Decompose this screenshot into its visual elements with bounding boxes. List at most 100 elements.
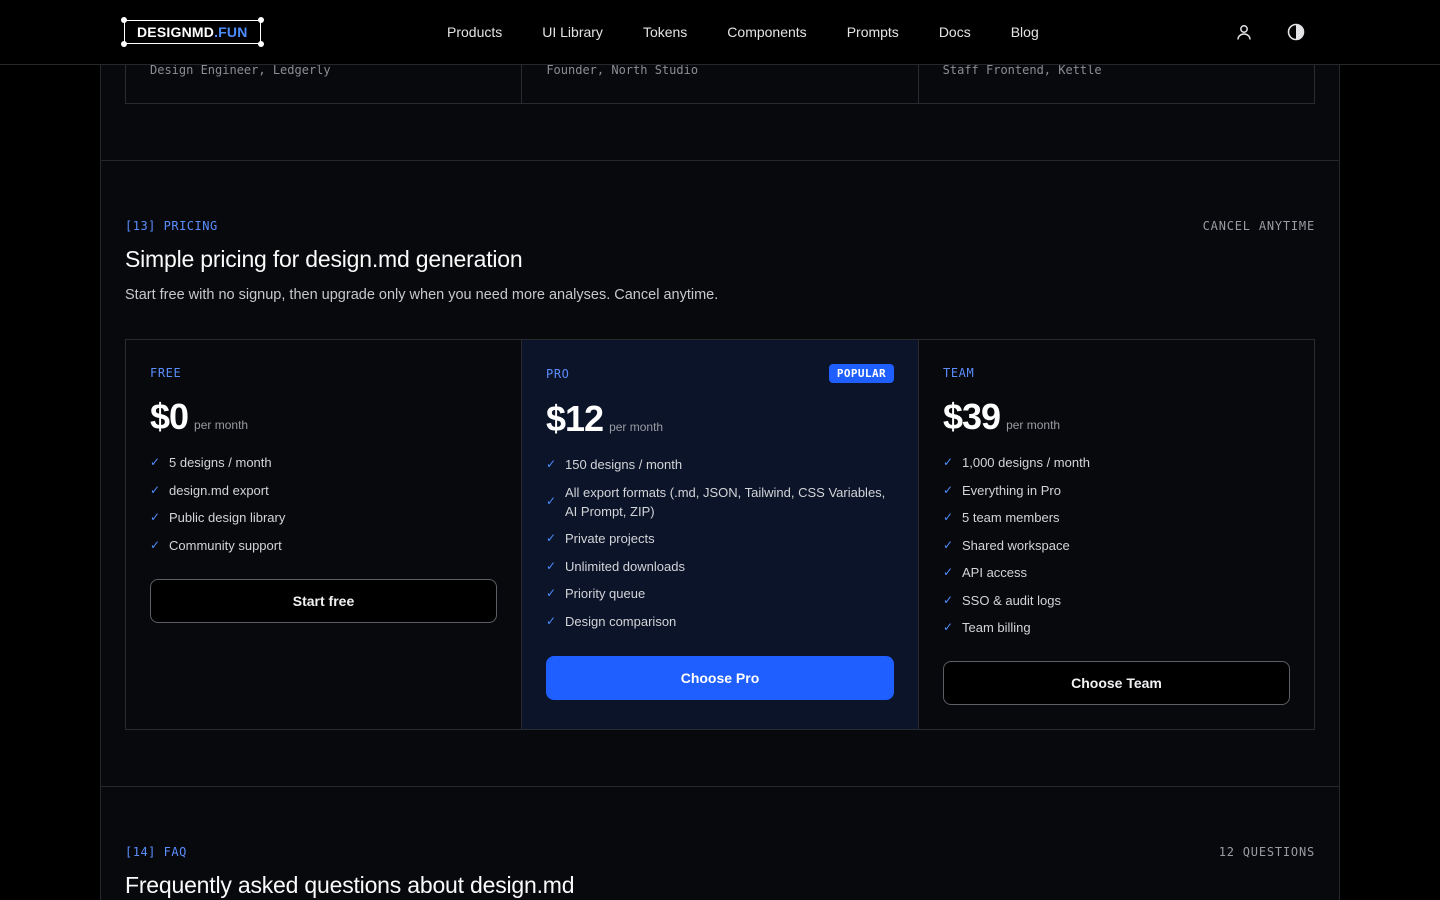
brand-logo[interactable]: DESIGNMD .FUN <box>121 17 264 47</box>
nav-tokens[interactable]: Tokens <box>643 24 687 40</box>
nav-blog[interactable]: Blog <box>1011 24 1039 40</box>
feature-text: 5 team members <box>962 510 1060 525</box>
price-period: per month <box>1006 418 1061 432</box>
pricing-subtitle: Start free with no signup, then upgrade … <box>125 287 719 303</box>
check-icon: ✓ <box>546 493 557 508</box>
feature-text: All export formats (.md, JSON, Tailwind,… <box>565 484 886 519</box>
feature-item: ✓ Public design library <box>150 508 497 527</box>
choose-pro-button[interactable]: Choose Pro <box>546 656 894 700</box>
logo-corner-dot <box>257 17 264 23</box>
main-nav: Products UI Library Tokens Components Pr… <box>447 0 1079 64</box>
plan-price: $39 per month <box>943 396 1060 438</box>
feature-text: 5 designs / month <box>169 455 272 470</box>
feature-item: ✓ Team billing <box>943 618 1290 637</box>
contrast-icon[interactable] <box>1284 20 1308 44</box>
feature-item: ✓ 5 team members <box>943 508 1290 527</box>
feature-item: ✓ Design comparison <box>546 612 894 631</box>
feature-text: 1,000 designs / month <box>962 455 1090 470</box>
price-amount: $0 <box>150 396 189 437</box>
testimonial-role: Staff Frontend, Kettle <box>942 63 1102 77</box>
faq-section-label: [14] FAQ <box>125 845 187 859</box>
choose-team-button[interactable]: Choose Team <box>943 661 1290 705</box>
start-free-button[interactable]: Start free <box>150 579 497 623</box>
plan-name: FREE <box>150 366 182 380</box>
check-icon: ✓ <box>943 592 954 607</box>
feature-item: ✓ Priority queue <box>546 584 894 603</box>
check-icon: ✓ <box>943 537 954 552</box>
price-amount: $12 <box>546 398 604 439</box>
feature-item: ✓ All export formats (.md, JSON, Tailwind… <box>546 483 894 521</box>
feature-item: ✓ Unlimited downloads <box>546 557 894 576</box>
price-period: per month <box>609 420 664 434</box>
user-icon[interactable] <box>1232 20 1256 44</box>
check-icon: ✓ <box>546 531 557 545</box>
section-divider <box>100 160 1340 161</box>
feature-text: API access <box>962 565 1028 580</box>
feature-text: Priority queue <box>565 586 646 601</box>
pricing-title: Simple pricing for design.md generation <box>125 246 523 272</box>
logo-corner-dot <box>257 41 264 47</box>
feature-text: Public design library <box>169 510 286 525</box>
faq-title: Frequently asked questions about design.… <box>125 872 575 898</box>
feature-list: ✓ 1,000 designs / month ✓ Everything in Pr… <box>943 453 1290 646</box>
feature-text: Community support <box>169 537 282 553</box>
check-icon: ✓ <box>943 482 954 497</box>
plan-card-team: TEAM $39 per month ✓ 1,000 designs / mont… <box>919 340 1314 729</box>
check-icon: ✓ <box>943 455 954 469</box>
feature-text: Everything in Pro <box>962 482 1061 498</box>
feature-text: Shared workspace <box>962 537 1070 553</box>
brand-name: DESIGNMD <box>137 24 215 40</box>
site-header: DESIGNMD .FUN Products UI Library Tokens … <box>0 0 1440 65</box>
feature-item: ✓ 5 designs / month <box>150 453 497 472</box>
feature-item: ✓ SSO & audit logs <box>943 591 1290 610</box>
pricing-grid: FREE $0 per month ✓ 5 designs / month ✓ de… <box>125 339 1315 730</box>
feature-text: Design comparison <box>565 613 677 629</box>
feature-item: ✓ Community support <box>150 536 497 555</box>
feature-item: ✓ design.md export <box>150 481 497 500</box>
feature-item: ✓ 150 designs / month <box>546 455 894 474</box>
feature-item: ✓ Private projects <box>546 529 894 548</box>
price-period: per month <box>194 418 249 432</box>
check-icon: ✓ <box>150 482 161 497</box>
nav-docs[interactable]: Docs <box>939 24 971 40</box>
pricing-cancel-note: CANCEL ANYTIME <box>1202 219 1315 233</box>
check-icon: ✓ <box>943 565 954 579</box>
feature-item: ✓ Everything in Pro <box>943 481 1290 500</box>
feature-text: SSO & audit logs <box>962 592 1061 608</box>
nav-ui-library[interactable]: UI Library <box>542 24 603 40</box>
check-icon: ✓ <box>546 613 557 628</box>
logo-corner-dot <box>121 17 127 23</box>
nav-components[interactable]: Components <box>727 24 806 40</box>
check-icon: ✓ <box>150 510 161 524</box>
plan-card-pro: PRO POPULAR $12 per month ✓ 150 designs /… <box>522 340 919 729</box>
plan-name: TEAM <box>943 366 975 380</box>
check-icon: ✓ <box>943 620 954 634</box>
feature-item: ✓ 1,000 designs / month <box>943 453 1290 472</box>
faq-question-count: 12 QUESTIONS <box>1218 845 1315 859</box>
popular-badge: POPULAR <box>828 364 894 383</box>
feature-text: design.md export <box>169 482 269 498</box>
nav-products[interactable]: Products <box>447 24 502 40</box>
feature-text: Team billing <box>962 620 1031 635</box>
testimonial-role: Design Engineer, Ledgerly <box>150 63 331 77</box>
feature-text: 150 designs / month <box>565 457 683 472</box>
plan-price: $0 per month <box>150 396 248 438</box>
plan-name: PRO <box>546 367 570 381</box>
feature-list: ✓ 150 designs / month ✓ All export formats… <box>546 455 894 639</box>
nav-prompts[interactable]: Prompts <box>847 24 899 40</box>
section-divider <box>100 786 1340 787</box>
feature-list: ✓ 5 designs / month ✓ design.md export ✓ Pu… <box>150 453 497 563</box>
plan-card-free: FREE $0 per month ✓ 5 designs / month ✓ de… <box>126 340 522 729</box>
pricing-section-label: [13] PRICING <box>125 219 218 233</box>
plan-price: $12 per month <box>546 398 663 440</box>
check-icon: ✓ <box>150 455 161 469</box>
feature-text: Unlimited downloads <box>565 558 685 574</box>
feature-item: ✓ Shared workspace <box>943 536 1290 555</box>
check-icon: ✓ <box>150 537 161 552</box>
logo-corner-dot <box>121 41 127 47</box>
testimonial-role: Founder, North Studio <box>546 63 699 77</box>
check-icon: ✓ <box>943 510 954 524</box>
price-amount: $39 <box>943 396 1001 437</box>
brand-suffix: .FUN <box>214 24 248 40</box>
feature-text: Private projects <box>565 531 655 546</box>
